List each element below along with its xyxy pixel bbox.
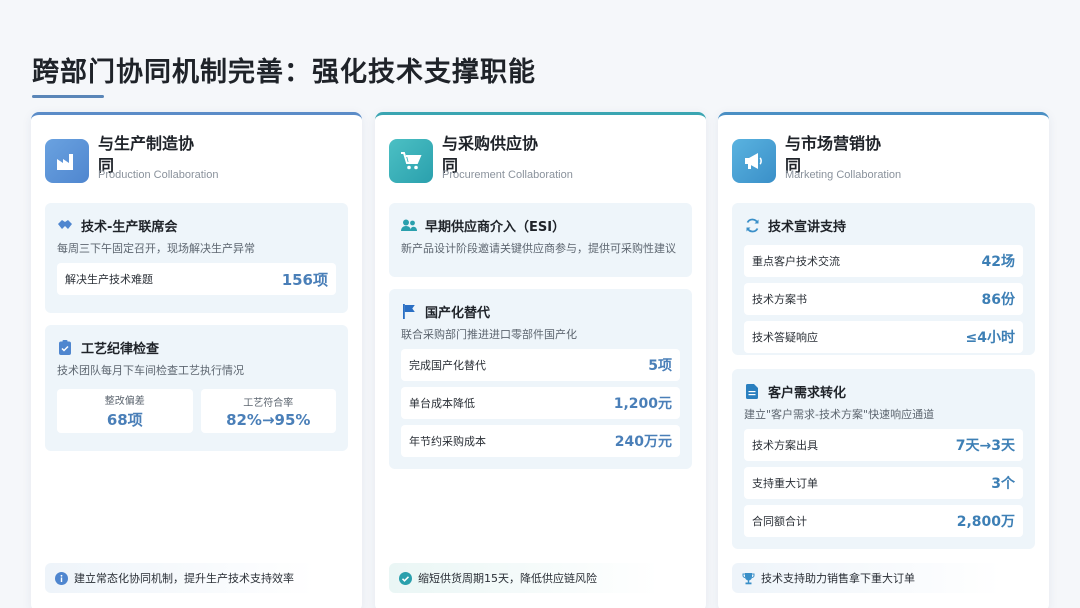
metric-label: 支持重大订单 xyxy=(752,477,818,490)
footer-text: 缩短供货周期15天，降低供应链风险 xyxy=(418,572,597,585)
card-title: 早期供应商介入（ESI） xyxy=(425,219,566,235)
clipboard-check-icon xyxy=(57,339,73,355)
card-description: 建立"客户需求-技术方案"快速响应通道 xyxy=(744,408,935,421)
metric-row: 年节约采购成本 240万元 xyxy=(401,425,680,457)
metric-label: 重点客户技术交流 xyxy=(752,255,840,268)
footer-text: 建立常态化协同机制，提升生产技术支持效率 xyxy=(74,572,294,585)
document-icon xyxy=(744,383,760,399)
metric-value: 68项 xyxy=(106,411,143,429)
metric-value: 1,200元 xyxy=(613,396,672,412)
metric-label: 完成国产化替代 xyxy=(409,359,486,372)
metric-value: 5项 xyxy=(648,358,672,374)
card-title: 客户需求转化 xyxy=(768,385,847,401)
metric-row: 技术方案书 86份 xyxy=(744,283,1023,315)
card-title: 技术-生产联席会 xyxy=(81,219,178,235)
trophy-icon xyxy=(742,572,755,585)
metric-row: 单台成本降低 1,200元 xyxy=(401,387,680,419)
page-title: 跨部门协同机制完善：强化技术支撑职能 xyxy=(32,57,536,88)
metric-value: 7天→3天 xyxy=(955,438,1015,454)
card-description: 新产品设计阶段邀请关键供应商参与，提供可采购性建议 xyxy=(401,242,676,255)
metric-cell: 工艺符合率 82%→95% xyxy=(200,389,336,433)
card-title: 工艺纪律检查 xyxy=(81,341,160,357)
metric-label: 工艺符合率 xyxy=(243,397,294,409)
metric-label: 年节约采购成本 xyxy=(409,435,486,448)
metric-label: 技术方案出具 xyxy=(752,439,818,452)
sync-icon xyxy=(744,217,760,233)
card-demand-conversion: 客户需求转化 建立"客户需求-技术方案"快速响应通道 技术方案出具 7天→3天 … xyxy=(732,369,1035,549)
metric-row: 支持重大订单 3个 xyxy=(744,467,1023,499)
column-production: 与生产制造协同 Production Collaboration 技术-生产联席… xyxy=(31,112,362,608)
card-process-inspection: 工艺纪律检查 技术团队每月下车间检查工艺执行情况 整改偏差 68项 工艺符合率 … xyxy=(45,325,348,451)
metric-row: 完成国产化替代 5项 xyxy=(401,349,680,381)
card-title: 技术宣讲支持 xyxy=(768,219,847,235)
title-underline xyxy=(32,95,104,98)
card-description: 技术团队每月下车间检查工艺执行情况 xyxy=(57,364,244,377)
metric-row: 技术答疑响应 ≤4小时 xyxy=(744,321,1023,353)
metric-row: 技术方案出具 7天→3天 xyxy=(744,429,1023,461)
column-footer: 技术支持助力销售拿下重大订单 xyxy=(732,563,1002,593)
cart-icon xyxy=(389,139,433,183)
metric-label: 技术方案书 xyxy=(752,293,807,306)
megaphone-icon xyxy=(732,139,776,183)
column-subtitle: Procurement Collaboration xyxy=(442,169,573,181)
column-procurement: 与采购供应协同 Procurement Collaboration 早期供应商介… xyxy=(375,112,706,608)
metric-value: 240万元 xyxy=(614,434,672,450)
card-localization: 国产化替代 联合采购部门推进进口零部件国产化 完成国产化替代 5项 单台成本降低… xyxy=(389,289,692,469)
info-icon xyxy=(55,571,68,585)
metric-value: 156项 xyxy=(281,270,328,289)
metric-value: ≤4小时 xyxy=(965,330,1015,346)
metric-value: 86份 xyxy=(981,292,1015,308)
users-icon xyxy=(401,217,417,233)
handshake-icon xyxy=(57,217,73,233)
card-joint-meeting: 技术-生产联席会 每周三下午固定召开，现场解决生产异常 解决生产技术难题 156… xyxy=(45,203,348,313)
card-title: 国产化替代 xyxy=(425,305,491,321)
column-marketing: 与市场营销协同 Marketing Collaboration 技术宣讲支持 重… xyxy=(718,112,1049,608)
metric-value: 82%→95% xyxy=(226,410,311,429)
metric-label: 解决生产技术难题 xyxy=(65,273,153,286)
metric-pair: 整改偏差 68项 工艺符合率 82%→95% xyxy=(57,389,336,433)
metric-row: 合同额合计 2,800万 xyxy=(744,505,1023,537)
metric-row: 重点客户技术交流 42场 xyxy=(744,245,1023,277)
column-footer: 建立常态化协同机制，提升生产技术支持效率 xyxy=(45,563,315,593)
metric-value: 2,800万 xyxy=(956,514,1015,530)
metric-value: 3个 xyxy=(991,476,1015,492)
column-footer: 缩短供货周期15天，降低供应链风险 xyxy=(389,563,659,593)
check-circle-icon xyxy=(399,571,412,585)
column-subtitle: Production Collaboration xyxy=(98,169,219,181)
metric-row: 解决生产技术难题 156项 xyxy=(57,263,336,295)
card-description: 联合采购部门推进进口零部件国产化 xyxy=(401,328,577,341)
metric-label: 单台成本降低 xyxy=(409,397,475,410)
metric-cell: 整改偏差 68项 xyxy=(57,389,193,433)
card-description: 每周三下午固定召开，现场解决生产异常 xyxy=(57,242,255,255)
column-subtitle: Marketing Collaboration xyxy=(785,169,902,181)
card-tech-promotion: 技术宣讲支持 重点客户技术交流 42场 技术方案书 86份 技术答疑响应 ≤4小… xyxy=(732,203,1035,355)
metric-label: 整改偏差 xyxy=(104,396,145,407)
flag-icon xyxy=(401,303,417,319)
factory-icon xyxy=(45,139,89,183)
card-esi: 早期供应商介入（ESI） 新产品设计阶段邀请关键供应商参与，提供可采购性建议 xyxy=(389,203,692,277)
metric-value: 42场 xyxy=(981,254,1015,270)
metric-label: 技术答疑响应 xyxy=(752,331,818,344)
metric-label: 合同额合计 xyxy=(752,515,807,528)
footer-text: 技术支持助力销售拿下重大订单 xyxy=(761,572,915,585)
